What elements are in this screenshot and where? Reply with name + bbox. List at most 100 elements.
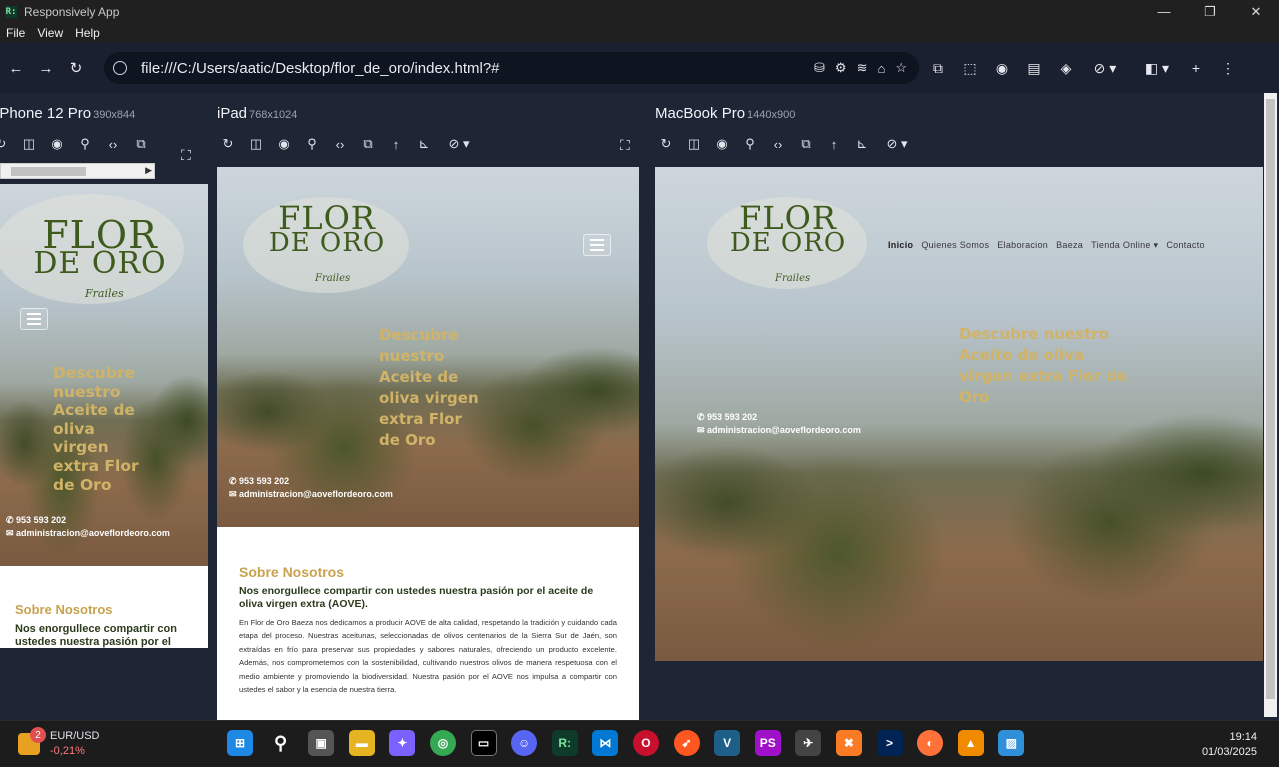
vlc-icon[interactable]: ▲ [957,730,984,756]
camera-icon[interactable]: ◉ [713,136,731,152]
screenshot-full-icon[interactable]: ◫ [247,136,265,152]
camera-icon[interactable]: ◉ [48,136,66,152]
hide-css-icon[interactable]: ⊘ ▾ [1085,55,1125,81]
reload-icon[interactable]: ↻ [61,53,91,83]
rotate-icon[interactable]: ⧉ [359,136,377,152]
add-device-icon[interactable]: + [1183,55,1209,81]
menu-bar: File View Help [0,23,1279,43]
nav-contacto[interactable]: Contacto [1166,240,1204,251]
menu-view[interactable]: View [37,26,63,40]
code-icon[interactable]: ‹› [769,137,787,152]
rotate-icon[interactable]: ⧉ [132,136,150,152]
copilot-icon[interactable]: ✦ [389,730,416,756]
app-icon[interactable]: V [714,730,741,756]
vertical-scrollbar[interactable] [1264,93,1277,717]
close-icon[interactable]: ✕ [1233,0,1279,23]
rotate-devices-icon[interactable]: ⧉ [925,55,951,81]
fullscreen-icon[interactable]: ⛶ [620,137,630,154]
nav-elaboracion[interactable]: Elaboracion [997,240,1048,251]
ruler-icon[interactable]: ⊾ [853,136,871,152]
clear-storage-icon[interactable]: ⛁ [814,60,825,76]
fullscreen-icon[interactable]: ⛶ [181,147,191,164]
chevron-down-icon: ▾ [1153,240,1159,250]
phone-icon: ✆ [697,412,708,422]
powershell-icon[interactable]: > [876,730,903,756]
vscode-icon[interactable]: ⋈ [592,730,619,756]
system-clock[interactable]: 19:14 01/03/2025 [1202,730,1257,760]
device-toolbar-iphone: ↻ ◫ ◉ ⚲ ‹› ⧉ [0,136,150,152]
responsively-icon[interactable]: R: [551,730,578,756]
bookmark-star-icon[interactable]: ☆ [895,60,907,76]
devtools-icon[interactable]: ⚲ [741,136,759,152]
restore-icon[interactable]: ❐ [1187,0,1233,23]
layout-icon[interactable]: ◧ ▾ [1137,55,1177,81]
back-icon[interactable]: ← [1,53,31,83]
nav-quienes-somos[interactable]: Quienes Somos [921,240,989,251]
hamburger-menu-icon[interactable] [583,234,611,256]
scroll-top-icon[interactable]: ↑ [825,137,843,152]
clear-cache-icon[interactable]: ⚙ [835,60,847,76]
address-bar[interactable]: file:///C:/Users/aatic/Desktop/flor_de_o… [104,52,919,84]
inspect-icon[interactable]: ⬚ [957,55,983,81]
postman-icon[interactable]: ➶ [673,730,700,756]
iphone-screen: FLOR DE ORO Frailes Descubre nuestro Acei… [0,184,208,648]
minimize-icon[interactable]: — [1141,0,1187,23]
phone-icon: ✆ [229,476,240,486]
rotate-icon[interactable]: ⧉ [797,136,815,152]
site-logo: FLOR DE ORO [268,199,386,259]
discord-icon[interactable]: ☺ [511,730,538,756]
devtools-icon[interactable]: ⚲ [303,136,321,152]
windows-start-icon[interactable]: ⊞ [227,730,253,756]
more-options-icon[interactable]: ⋮ [1215,55,1241,81]
about-subtitle: Nos enorgullece compartir con ustedes nu… [239,585,594,610]
ticker-widget[interactable]: 2 EUR/USD -0,21% [18,727,100,759]
app-icon[interactable]: ✈ [795,730,822,756]
xampp-icon[interactable]: ✖ [835,730,862,756]
hero-section: FLOR DE ORO Frailes Descubre nuestro Acei… [0,184,208,566]
code-icon[interactable]: ‹› [331,137,349,152]
forward-icon[interactable]: → [31,53,61,83]
phpstorm-icon[interactable]: PS [754,730,781,756]
taskbar: 2 EUR/USD -0,21% ⊞ ⚲ ▣ ▬ ✦ ◎ ▭ ☺ R: ⋈ O … [0,720,1279,767]
reload-icon[interactable]: ↻ [219,136,237,152]
chrome-icon[interactable]: ◎ [429,730,456,756]
device-toolbar-ipad: ↻ ◫ ◉ ⚲ ‹› ⧉ ↑ ⊾ ⊘ ▾ [219,136,475,152]
layers-icon[interactable]: ◈ [1053,55,1079,81]
hero-title: Descubre nuestro Aceite de oliva virgen … [53,364,139,494]
file-explorer-icon[interactable]: ▬ [348,730,375,756]
reload-icon[interactable]: ↻ [0,136,10,152]
scroll-top-icon[interactable]: ↑ [387,137,405,152]
menu-file[interactable]: File [6,26,25,40]
opera-icon[interactable]: O [632,730,659,756]
reload-icon[interactable]: ↻ [657,136,675,152]
nav-inicio[interactable]: Inicio [888,240,913,251]
terminal-icon[interactable]: ▭ [470,730,497,756]
screenshot-full-icon[interactable]: ◫ [685,136,703,152]
hamburger-menu-icon[interactable] [20,308,48,330]
firefox-icon[interactable]: ◐ [917,730,944,756]
document-icon[interactable]: ▤ [1021,55,1047,81]
devtools-icon[interactable]: ⚲ [76,136,94,152]
globe-icon [113,61,127,75]
hide-css-icon[interactable]: ⊘ ▾ [881,136,913,152]
url-text[interactable]: file:///C:/Users/aatic/Desktop/flor_de_o… [141,60,500,77]
contact-info: ✆ 953 593 202 ✉ administracion@aoveflord… [697,412,861,435]
horizontal-scrollbar[interactable]: ▶ [0,163,155,179]
title-bar: R: Responsively App — ❐ ✕ [0,0,1279,23]
contact-info: ✆ 953 593 202 ✉ administracion@aoveflord… [229,476,393,499]
task-view-icon[interactable]: ▣ [308,730,335,756]
camera-icon[interactable]: ◉ [275,136,293,152]
ruler-icon[interactable]: ⊾ [415,136,433,152]
nav-baeza[interactable]: Baeza [1056,240,1083,251]
screenshot-full-icon[interactable]: ◫ [20,136,38,152]
hide-css-icon[interactable]: ⊘ ▾ [443,136,475,152]
search-icon[interactable]: ⚲ [268,730,294,756]
nav-tienda-online[interactable]: Tienda Online ▾ [1091,240,1158,251]
network-icon[interactable]: ≋ [857,60,868,76]
screenshot-icon[interactable]: ◉ [989,55,1015,81]
site-logo: FLOR DE ORO [729,199,847,259]
home-icon[interactable]: ⌂ [877,61,885,76]
code-icon[interactable]: ‹› [104,137,122,152]
photos-icon[interactable]: ▨ [998,730,1025,756]
menu-help[interactable]: Help [75,26,100,40]
